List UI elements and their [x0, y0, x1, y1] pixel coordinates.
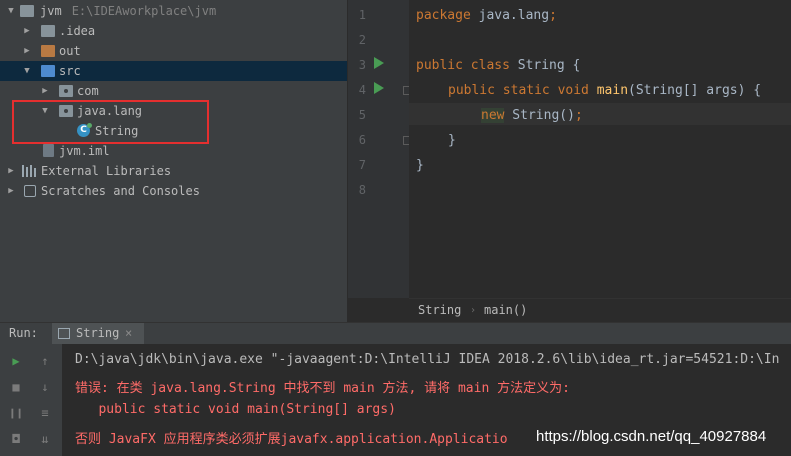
camera-icon[interactable]: ◘: [8, 431, 24, 447]
code-line-5: new String();: [481, 108, 583, 123]
rerun-icon[interactable]: ▶: [8, 353, 24, 369]
breadcrumb: String › main(): [409, 298, 791, 322]
project-panel: ▼ jvm E:\IDEAworkplace\jvm ▶ .idea ▶ out …: [0, 0, 347, 322]
libraries-icon: [22, 165, 36, 177]
chevron-right-icon: ›: [470, 305, 477, 316]
console-error-line: 错误: 在类 java.lang.String 中找不到 main 方法, 请将…: [75, 381, 570, 396]
editor-gutter: 1 2 3 4 5 6 7 8: [347, 0, 412, 298]
source-folder-icon: [41, 65, 55, 77]
code-line-7: }: [416, 158, 424, 173]
close-icon[interactable]: ×: [125, 326, 132, 340]
chevron-down-icon[interactable]: ▼: [22, 61, 32, 81]
tab-run-string[interactable]: String ×: [52, 323, 144, 345]
tab-label: String: [76, 326, 120, 340]
tree-item-label: .idea: [59, 24, 96, 38]
code-line-4: public static void main(String[] args) {: [448, 83, 762, 98]
code-line-1: package java.lang;: [416, 8, 557, 23]
code-line-3: public class String {: [416, 58, 581, 73]
line-number: 4: [358, 83, 366, 97]
line-number: 2: [358, 33, 366, 47]
tree-item-idea[interactable]: ▶ .idea: [0, 21, 347, 41]
tree-item-external-libraries[interactable]: ▶ External Libraries: [0, 161, 347, 181]
tree-item-jvm[interactable]: ▼ jvm E:\IDEAworkplace\jvm: [0, 1, 347, 21]
line-number: 8: [358, 183, 366, 197]
run-config-icon: [58, 328, 70, 339]
tree-item-label: com: [77, 84, 99, 98]
watermark: https://blog.csdn.net/qq_40927884: [536, 428, 767, 445]
chevron-right-icon[interactable]: ▶: [22, 41, 32, 61]
line-number: 7: [358, 158, 366, 172]
module-path: E:\IDEAworkplace\jvm: [71, 4, 217, 18]
line-number: 3: [358, 58, 366, 72]
chevron-right-icon[interactable]: ▶: [6, 161, 16, 181]
code-line-6: }: [448, 133, 456, 148]
line-number: 6: [358, 133, 366, 147]
run-label: Run:: [9, 326, 38, 340]
chevron-right-icon[interactable]: ▶: [6, 181, 16, 201]
code-editor[interactable]: package java.lang; public class String {…: [409, 0, 791, 298]
chevron-right-icon[interactable]: ▶: [40, 81, 50, 101]
tree-item-label: Scratches and Consoles: [41, 184, 200, 198]
scratches-icon: [24, 185, 36, 197]
chevron-down-icon[interactable]: ▼: [6, 1, 16, 21]
folder-orange-icon: [41, 45, 55, 57]
package-icon: [59, 85, 73, 97]
run-method-icon[interactable]: [374, 82, 384, 94]
arrow-up-icon[interactable]: ↑: [37, 353, 53, 369]
line-number: 5: [358, 108, 366, 122]
tree-item-label: jvm: [40, 4, 62, 18]
current-line-highlight: [409, 103, 791, 125]
arrow-down-icon[interactable]: ↓: [37, 379, 53, 395]
tree-item-scratches[interactable]: ▶ Scratches and Consoles: [0, 181, 347, 201]
run-panel-header: Run: String ×: [0, 322, 791, 345]
console-error-line: 否则 JavaFX 应用程序类必须扩展javafx.application.Ap…: [75, 432, 508, 447]
run-class-icon[interactable]: [374, 57, 384, 69]
run-toolbar: ▶ ↑ ■ ↓ ❙❙ ≡ ◘ ⇊: [0, 344, 62, 456]
pause-icon[interactable]: ❙❙: [8, 405, 24, 421]
iml-file-icon: [43, 144, 54, 157]
breadcrumb-item[interactable]: String: [418, 303, 461, 317]
tree-item-src[interactable]: ▼ src: [0, 61, 347, 81]
tree-item-jvm-iml[interactable]: jvm.iml: [0, 141, 347, 161]
soft-wrap-icon[interactable]: ≡: [37, 405, 53, 421]
tree-item-label: jvm.iml: [59, 144, 110, 158]
line-number: 1: [358, 8, 366, 22]
console-error-line: public static void main(String[] args): [75, 402, 396, 417]
scroll-to-end-icon[interactable]: ⇊: [37, 431, 53, 447]
tree-item-label: src: [59, 64, 81, 78]
chevron-right-icon[interactable]: ▶: [22, 21, 32, 41]
console-line: D:\java\jdk\bin\java.exe "-javaagent:D:\…: [75, 352, 780, 367]
tree-item-label: out: [59, 44, 81, 58]
module-folder-icon: [20, 5, 34, 17]
folder-icon: [41, 25, 55, 37]
tree-item-out[interactable]: ▶ out: [0, 41, 347, 61]
breadcrumb-item[interactable]: main(): [484, 303, 527, 317]
tree-item-label: External Libraries: [41, 164, 172, 178]
highlight-box: [12, 100, 209, 144]
stop-icon[interactable]: ■: [8, 379, 24, 395]
tree-item-com[interactable]: ▶ com: [0, 81, 347, 101]
